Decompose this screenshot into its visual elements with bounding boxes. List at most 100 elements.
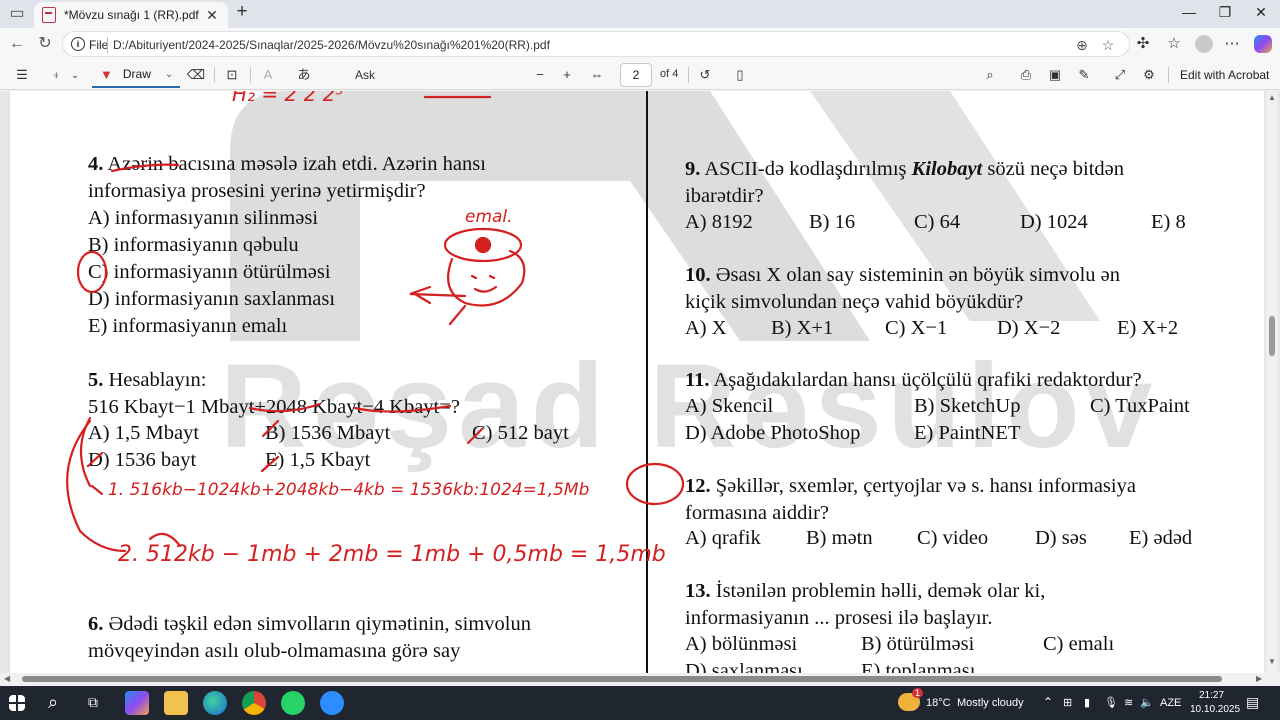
question-5: 5. Hesablayın: 516 Kbayt−1 Mbayt+2048 Kb… xyxy=(88,367,460,421)
q9-line2: ibarətdir? xyxy=(685,185,764,207)
taskbar: ⌕ ⧉ 1 18°C Mostly cloudy ⌃ ⊞ ▮ 🎙 ≋ 🔈 AZE… xyxy=(0,686,1280,720)
q9-option-d: D) 1024 xyxy=(1020,211,1088,233)
q13-option-b: B) ötürülməsi xyxy=(861,633,975,655)
address-bar[interactable]: i File D:/Abituriyent/2024-2025/Sınaqlar… xyxy=(62,31,1130,57)
wifi-icon[interactable]: ≋ xyxy=(1124,696,1133,709)
clock-time[interactable]: 21:27 xyxy=(1199,690,1224,701)
q10-option-b: B) X+1 xyxy=(771,317,834,339)
question-10: 10. Əsası X olan say sisteminin ən böyük… xyxy=(685,262,1120,316)
ask-copilot-button[interactable]: Ask Copilot xyxy=(335,64,395,104)
browser-tab[interactable]: *Mövzu sınağı 1 (RR).pdf ✕ xyxy=(34,2,228,28)
zoom-in-icon[interactable]: + xyxy=(557,64,577,86)
copilot-icon[interactable] xyxy=(1254,35,1272,53)
rotate-icon[interactable]: ↺ xyxy=(695,64,715,86)
q11-option-d: D) Adobe PhotoShop xyxy=(685,422,861,444)
horizontal-scrollbar[interactable]: ◀ ▶ xyxy=(0,673,1280,685)
scroll-up-icon[interactable]: ▲ xyxy=(1268,93,1276,102)
question-13: 13. İstənilən problemin həlli, demək ola… xyxy=(685,578,1045,632)
q13-number: 13. xyxy=(685,580,711,602)
scroll-left-icon[interactable]: ◀ xyxy=(4,674,10,683)
highlight-chevron-icon[interactable]: ⌄ xyxy=(68,64,82,86)
q10-option-a: A) X xyxy=(685,317,727,339)
ink-mark xyxy=(148,532,182,548)
tab-actions-icon[interactable]: ▭ xyxy=(6,4,28,24)
save-as-icon[interactable]: ✎ xyxy=(1074,64,1094,86)
pdf-settings-icon[interactable]: ⚙ xyxy=(1139,64,1159,86)
back-icon[interactable]: ← xyxy=(6,34,28,54)
microphone-icon[interactable]: 🎙 xyxy=(1104,696,1118,709)
favorite-star-icon[interactable]: ☆ xyxy=(1099,36,1117,54)
draw-pen-icon: ▼ xyxy=(100,66,113,82)
translate-icon[interactable]: あ xyxy=(294,64,314,86)
q12-line2: formasına aiddir? xyxy=(685,502,830,524)
tray-app-icon[interactable]: ⊞ xyxy=(1063,696,1072,709)
page-view-icon[interactable]: ▯ xyxy=(730,64,750,86)
q9-line1-post: sözü neçə bitdən xyxy=(982,158,1124,180)
zoom-out-icon[interactable]: − xyxy=(530,64,550,86)
start-windows-icon[interactable] xyxy=(9,695,25,711)
read-aloud-icon[interactable]: A xyxy=(258,64,278,86)
q11-option-b: B) SketchUp xyxy=(914,395,1021,417)
chrome-icon[interactable] xyxy=(242,691,266,715)
q5-line1: Hesablayın: xyxy=(103,369,207,391)
refresh-icon[interactable]: ↻ xyxy=(34,34,56,54)
draw-label: Draw xyxy=(122,67,151,81)
question-11: 11. Aşağıdakılardan hansı üçölçülü qrafi… xyxy=(685,367,1142,394)
close-window-button[interactable]: ✕ xyxy=(1238,4,1280,24)
tray-chevron-icon[interactable]: ⌃ xyxy=(1043,695,1053,709)
search-icon[interactable]: ⌕ xyxy=(48,692,58,713)
usb-icon[interactable]: ▮ xyxy=(1084,696,1090,709)
url-text[interactable]: D:/Abituriyent/2024-2025/Sınaqlar/2025-2… xyxy=(113,38,550,52)
volume-icon[interactable]: 🔈 xyxy=(1140,696,1154,709)
draw-chevron-icon[interactable]: ⌄ xyxy=(165,69,173,80)
whatsapp-icon[interactable] xyxy=(281,691,305,715)
q12-option-b: B) mətn xyxy=(806,527,873,549)
profile-avatar[interactable] xyxy=(1195,35,1213,53)
tab-close-button[interactable]: ✕ xyxy=(204,7,220,24)
question-12: 12. Şəkillər, sxemlər, çertyojlar və s. … xyxy=(685,473,1136,527)
save-icon[interactable]: ▣ xyxy=(1045,64,1065,86)
scroll-right-icon[interactable]: ▶ xyxy=(1256,674,1262,683)
pdf-viewer[interactable]: Rəşad Rəsulov 4. Azərin bacısına məsələ … xyxy=(0,91,1280,673)
eraser-icon[interactable]: ⌫ xyxy=(186,64,206,86)
find-icon[interactable]: ⌕ xyxy=(980,64,1000,86)
contents-icon[interactable]: ☰ xyxy=(12,64,32,86)
page-number-input[interactable]: 2 xyxy=(620,63,652,87)
notifications-icon[interactable]: ▤ xyxy=(1246,694,1259,711)
edge-icon[interactable] xyxy=(203,691,227,715)
scroll-down-icon[interactable]: ▼ xyxy=(1268,657,1276,666)
task-view-icon[interactable]: ⧉ xyxy=(88,694,98,711)
highlight-icon[interactable]: ⍖ xyxy=(46,64,66,86)
zoom-icon[interactable]: ⊕ xyxy=(1073,36,1091,54)
fit-page-icon[interactable]: ⇔ xyxy=(587,64,607,86)
new-tab-button[interactable]: + xyxy=(232,2,252,23)
favorites-icon[interactable]: ☆ xyxy=(1163,33,1185,55)
q13-line2: informasiyanın ... prosesi ilə başlayır. xyxy=(685,607,993,629)
weather-text[interactable]: Mostly cloudy xyxy=(957,697,1024,709)
extensions-icon[interactable]: ✣ xyxy=(1132,33,1154,55)
weather-temp[interactable]: 18°C xyxy=(926,697,951,709)
more-menu-icon[interactable]: ⋯ xyxy=(1221,33,1243,55)
file-explorer-icon[interactable] xyxy=(164,691,188,715)
copilot-taskbar-icon[interactable] xyxy=(125,691,149,715)
q10-line2: kiçik simvolundan neçə vahid böyükdür? xyxy=(685,291,1024,313)
q11-option-e: E) PaintNET xyxy=(914,422,1021,444)
horizontal-scroll-thumb[interactable] xyxy=(22,676,1222,682)
draw-button[interactable]: ▼ Draw ⌄ xyxy=(92,62,180,88)
q10-line1: Əsası X olan say sisteminin ən böyük sim… xyxy=(710,264,1121,286)
fullscreen-icon[interactable]: ⤢ xyxy=(1110,64,1130,86)
text-box-icon[interactable]: ⊡ xyxy=(222,64,242,86)
q13-line1: İstənilən problemin həlli, demək olar ki… xyxy=(710,580,1046,602)
weather-badge: 1 xyxy=(912,688,924,698)
edit-with-acrobat-button[interactable]: Edit with Acrobat xyxy=(1180,68,1269,82)
vertical-scrollbar[interactable]: ▲ ▼ xyxy=(1266,91,1278,673)
language-indicator[interactable]: AZE xyxy=(1160,697,1181,709)
vertical-scroll-thumb[interactable] xyxy=(1269,316,1275,356)
print-icon[interactable]: ⎙ xyxy=(1016,64,1036,86)
zoom-app-icon[interactable] xyxy=(320,691,344,715)
site-info-icon[interactable]: i xyxy=(71,37,85,51)
q12-line1: Şəkillər, sxemlər, çertyojlar və s. hans… xyxy=(710,475,1136,497)
q12-number: 12. xyxy=(685,475,711,497)
clock-date[interactable]: 10.10.2025 xyxy=(1190,704,1240,715)
q6-number: 6. xyxy=(88,613,104,635)
